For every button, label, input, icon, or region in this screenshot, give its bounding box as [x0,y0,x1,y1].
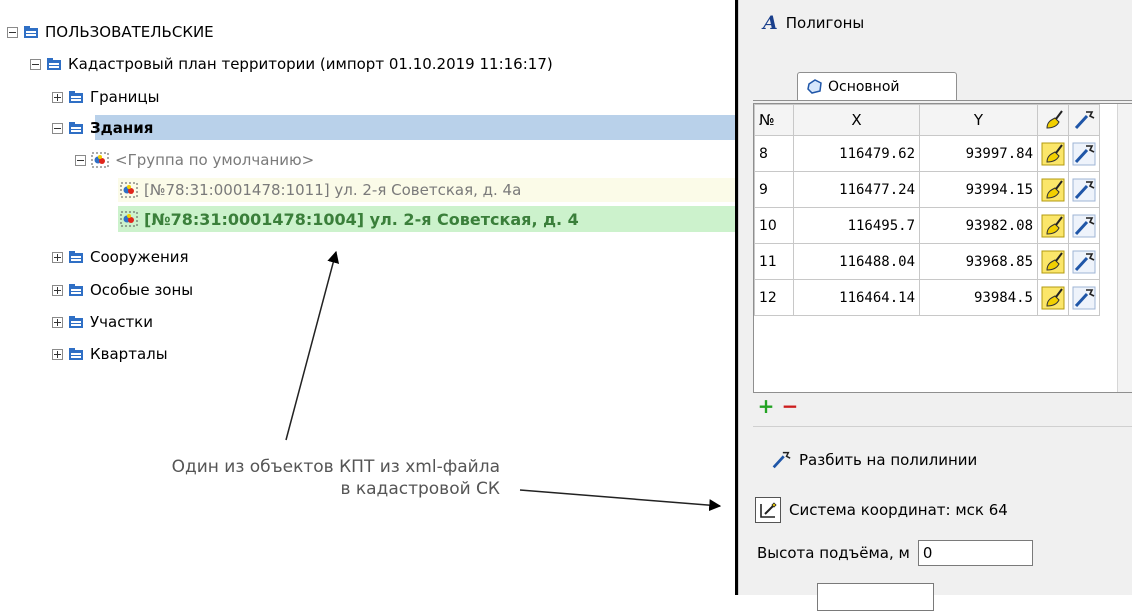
header-x[interactable]: X [793,104,920,136]
remove-point-button[interactable]: − [779,396,801,418]
cell-x[interactable]: 116479.62 [793,135,920,172]
lift-height-input[interactable] [917,540,1033,566]
cell-brush[interactable] [1037,207,1069,244]
cell-y[interactable]: 93994.15 [919,171,1038,208]
cell-y[interactable]: 93984.5 [919,279,1038,316]
cell-y[interactable]: 93968.85 [919,243,1038,280]
brush-icon [1046,110,1063,129]
cell-wand[interactable] [1068,279,1100,316]
annotation-arrows [285,250,722,512]
next-field-row [757,583,934,611]
brush-icon [1041,214,1065,237]
wand-icon [1072,250,1096,273]
add-point-button[interactable]: + [755,396,777,418]
cell-y[interactable]: 93997.84 [919,135,1038,172]
cell-wand[interactable] [1068,135,1100,172]
arrow-to-coord-system [519,489,722,512]
separator [753,426,1132,427]
wand-icon [1072,286,1096,309]
table-row[interactable]: 8 116479.62 93997.84 [754,135,1100,172]
wand-icon [1072,214,1096,237]
lift-height-row: Высота подъёма, м [757,540,1033,566]
cell-number[interactable]: 9 [754,171,794,208]
table-row[interactable]: 12 116464.14 93984.5 [754,279,1100,316]
points-table: № X Y 8 116479.62 93997.84 9 116477.24 9… [754,104,1100,316]
polygon-tab-icon [807,79,822,94]
polygons-panel: A Полигоны Основной № X Y 8 116479.62 93… [738,0,1132,611]
wand-icon [1074,111,1095,130]
table-row[interactable]: 11 116488.04 93968.85 [754,243,1100,280]
coordinate-system-label: Система координат: мск 64 [789,501,1008,519]
points-grid[interactable]: № X Y 8 116479.62 93997.84 9 116477.24 9… [753,103,1132,393]
cell-x[interactable]: 116477.24 [793,171,920,208]
wand-icon [772,451,791,469]
tab-strip: Основной [753,62,1132,102]
header-y[interactable]: Y [919,104,1038,136]
cell-x[interactable]: 116488.04 [793,243,920,280]
vertical-scrollbar[interactable] [1117,104,1132,392]
cell-number[interactable]: 11 [754,243,794,280]
cell-y[interactable]: 93982.08 [919,207,1038,244]
cell-wand[interactable] [1068,171,1100,208]
tab-main-label: Основной [828,78,900,95]
cell-x[interactable]: 116495.7 [793,207,920,244]
wand-icon [1072,142,1096,165]
next-field-input[interactable] [817,583,934,611]
header-number[interactable]: № [754,104,794,136]
cell-x[interactable]: 116464.14 [793,279,920,316]
header-brush[interactable] [1037,104,1069,136]
cell-wand[interactable] [1068,207,1100,244]
tab-baseline [753,100,1132,101]
cell-brush[interactable] [1037,171,1069,208]
wand-icon [1072,178,1096,201]
edit-coords-button[interactable] [755,497,781,523]
cell-number[interactable]: 10 [754,207,794,244]
lift-height-label: Высота подъёма, м [757,544,910,562]
object-tree: ПОЛЬЗОВАТЕЛЬСКИЕ Кадастровый план террит… [0,0,735,595]
polygon-text-icon: A [763,12,778,34]
panel-title-text: Полигоны [785,14,865,32]
arrow-to-object [285,250,340,441]
panel-title: A Полигоны [763,12,864,34]
header-wand[interactable] [1068,104,1100,136]
cell-number[interactable]: 12 [754,279,794,316]
cell-brush[interactable] [1037,243,1069,280]
tab-main[interactable]: Основной [797,72,957,100]
brush-icon [1041,286,1065,309]
cell-brush[interactable] [1037,135,1069,172]
brush-icon [1041,250,1065,273]
edit-coords-icon [760,502,777,518]
brush-icon [1041,178,1065,201]
split-polylines-label: Разбить на полилинии [799,451,978,469]
cell-brush[interactable] [1037,279,1069,316]
cell-number[interactable]: 8 [754,135,794,172]
table-row[interactable]: 9 116477.24 93994.15 [754,171,1100,208]
split-polylines-button[interactable]: Разбить на полилинии [769,449,977,471]
coordinate-system-row: Система координат: мск 64 [755,497,1008,523]
brush-icon [1041,142,1065,165]
cell-wand[interactable] [1068,243,1100,280]
table-row[interactable]: 10 116495.7 93982.08 [754,207,1100,244]
